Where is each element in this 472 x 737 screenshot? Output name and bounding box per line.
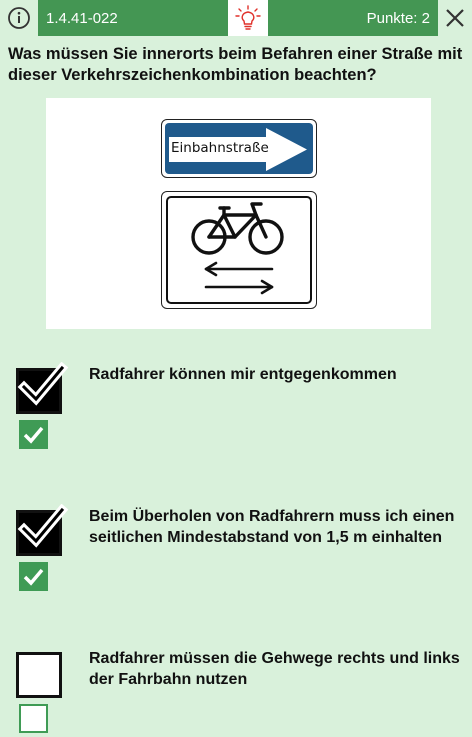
answer-1-selection-checkbox[interactable] <box>16 362 69 414</box>
checkmark-icon <box>17 504 69 548</box>
checkmark-icon <box>17 362 69 406</box>
answer-2-correct-indicator <box>19 562 48 591</box>
answer-3-selection-checkbox[interactable] <box>16 652 62 698</box>
checkmark-icon <box>23 426 44 444</box>
question-text: Was müssen Sie innerorts beim Befahren e… <box>8 45 463 84</box>
answer-3-correct-indicator <box>19 704 48 733</box>
answer-2-selection-checkbox[interactable] <box>16 504 69 556</box>
question-id: 1.4.41-022 <box>38 0 228 36</box>
checkmark-icon <box>23 568 44 586</box>
close-icon <box>446 9 464 27</box>
answer-1-text[interactable]: Radfahrer können mir entgegenkommen <box>89 365 465 386</box>
one-way-street-sign: Einbahnstraße <box>161 119 317 178</box>
answer-1-correct-indicator <box>19 420 48 449</box>
bicycle-both-directions-sign <box>161 191 317 309</box>
info-button[interactable] <box>0 0 38 36</box>
one-way-sign-label: Einbahnstraße <box>171 140 269 156</box>
two-way-arrows-icon <box>204 261 274 295</box>
info-icon <box>8 7 30 29</box>
points-display: Punkte: 2 <box>268 0 438 36</box>
answer-3-text[interactable]: Radfahrer müssen die Gehwege rechts und … <box>89 649 465 690</box>
answer-2-text[interactable]: Beim Überholen von Radfahrern muss ich e… <box>89 507 465 548</box>
close-button[interactable] <box>438 0 472 36</box>
lightbulb-icon <box>235 5 261 30</box>
hint-button[interactable] <box>228 0 268 36</box>
top-bar: 1.4.41-022 Punkte: 2 <box>0 0 472 36</box>
traffic-sign-image: Einbahnstraße <box>46 98 431 329</box>
